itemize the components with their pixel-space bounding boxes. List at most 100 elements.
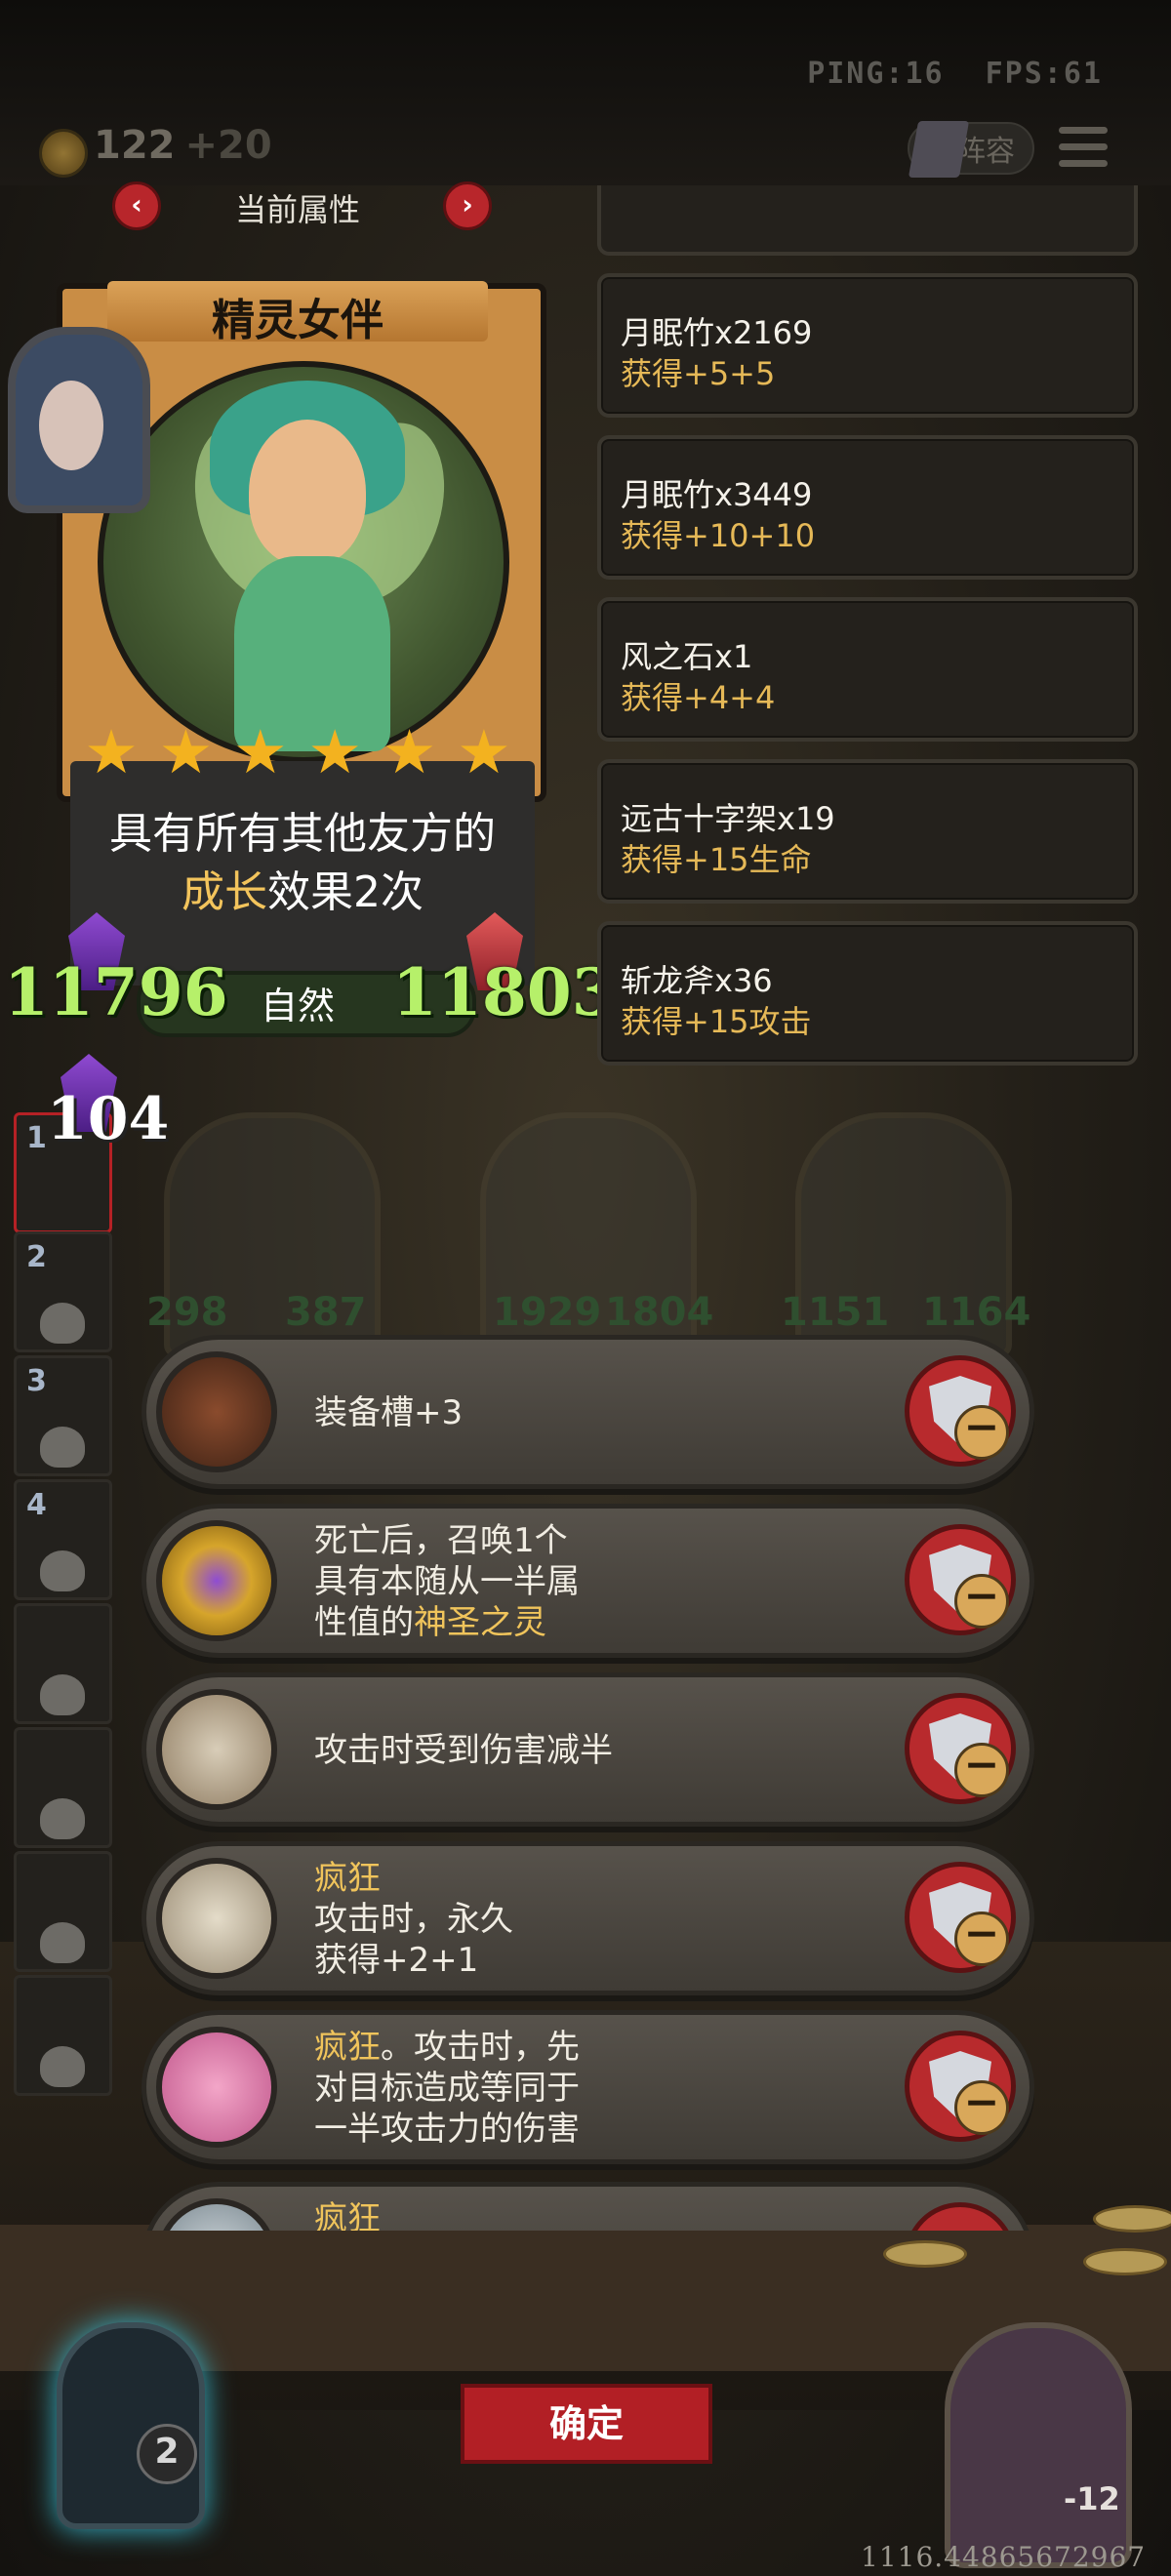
skull-icon [40, 1674, 85, 1715]
prev-arrow-button[interactable]: ‹ [112, 181, 161, 230]
lineup-slot[interactable]: 3 [14, 1355, 112, 1476]
minus-icon: − [954, 1912, 1009, 1966]
material-name: 月眠竹x2169 [621, 314, 813, 351]
equipment-effect: 攻击时受到伤害减半 [314, 1731, 613, 1770]
material-gain: 获得+10+10 [621, 517, 816, 554]
star-rating: ★ ★ ★ ★ ★ ★ [83, 716, 512, 787]
lineup-slot[interactable] [14, 1851, 112, 1972]
gold-amount: 122 [94, 123, 176, 168]
hero-name: 精灵女伴 [212, 296, 384, 345]
material-gain: 获得+15生命 [621, 841, 812, 878]
description-keyword: 成长 [182, 867, 267, 917]
star-icon: ★ [457, 716, 511, 787]
hero-count: 104 [47, 1085, 170, 1153]
skull-icon [40, 1798, 85, 1839]
material-gain: 获得+5+5 [621, 355, 776, 392]
lineup-slot[interactable] [14, 1975, 112, 2096]
material-name: 风之石x1 [621, 638, 753, 675]
equipment-effect: 死亡后，召唤1个 [314, 1521, 568, 1560]
remove-equipment-button[interactable]: − [905, 1693, 1016, 1804]
material-item[interactable]: 月眠竹x3449 获得+10+10 [597, 435, 1138, 580]
hero-attack: 11796 [4, 954, 228, 1030]
gold-ring-icon [156, 1520, 277, 1641]
equipment-keyword: 疯狂 [314, 2028, 381, 2067]
skull-icon [40, 1427, 85, 1468]
skull-icon [40, 1550, 85, 1591]
equipment-effect: 装备槽+3 [314, 1393, 464, 1432]
minus-icon: − [954, 1574, 1009, 1629]
remove-equipment-button[interactable]: − [905, 2031, 1016, 2142]
slot-number: 1 [26, 1121, 47, 1155]
equipment-item[interactable]: 疯狂 [141, 2182, 1034, 2231]
coin-stack-icon [1093, 2205, 1171, 2233]
skull-icon [40, 1303, 85, 1344]
lineup-slot[interactable]: 2 [14, 1231, 112, 1352]
description-line: 成长效果2次 [182, 867, 424, 917]
skull-icon [40, 2046, 85, 2087]
avatar-face [39, 381, 103, 470]
equipment-keyword: 疯狂 [314, 1859, 381, 1898]
minus-icon: − [954, 1743, 1009, 1797]
equipment-item[interactable]: 装备槽+3 − [141, 1335, 1034, 1489]
equipment-effect: 获得+2+1 [314, 1941, 479, 1980]
confirm-button[interactable]: 确定 [461, 2384, 712, 2464]
star-icon: ★ [307, 716, 362, 787]
equipment-item[interactable]: 攻击时受到伤害减半 − [141, 1672, 1034, 1827]
crossbow-icon [156, 1689, 277, 1810]
equipment-item[interactable]: 疯狂。攻击时，先 对目标造成等同于 一半攻击力的伤害 − [141, 2010, 1034, 2164]
equipment-effect: 具有本随从一半属 [314, 1562, 580, 1601]
fps-label: FPS:61 [985, 57, 1103, 91]
slot-number: 4 [26, 1488, 47, 1522]
pink-hammer-icon [156, 2027, 277, 2148]
board-minion-health: 1804 [605, 1290, 714, 1335]
menu-icon[interactable] [1059, 127, 1108, 172]
player-count-badge: 2 [137, 2424, 197, 2484]
ping-label: PING:16 [807, 57, 945, 91]
lineup-slot[interactable]: 4 [14, 1479, 112, 1600]
material-item-partial [597, 185, 1138, 256]
crossed-swords-icon [156, 1858, 277, 1979]
material-name: 远古十字架x19 [621, 800, 835, 837]
equipment-effect: 攻击时，永久 [314, 1900, 513, 1939]
star-icon: ★ [84, 716, 139, 787]
coordinate-readout: 1116.44865672967 [861, 2541, 1147, 2573]
material-name: 斩龙斧x36 [621, 962, 773, 999]
book-icon [908, 121, 970, 178]
player-hero-portrait[interactable] [57, 2322, 205, 2529]
coin-stack-icon [1083, 2248, 1167, 2275]
next-arrow-button[interactable]: › [443, 181, 492, 230]
attribute-panel-title: 当前属性 [234, 191, 360, 228]
lineup-slot[interactable] [14, 1727, 112, 1848]
backpack-icon [156, 1351, 277, 1472]
equipment-item[interactable]: 死亡后，召唤1个 具有本随从一半属 性值的神圣之灵 − [141, 1504, 1034, 1658]
board-minion-attack: 1929 [493, 1290, 602, 1335]
lineup-slot[interactable] [14, 1603, 112, 1724]
board-minion-health: 387 [285, 1290, 367, 1335]
board-minion-health: 1164 [922, 1290, 1031, 1335]
material-item[interactable]: 风之石x1 获得+4+4 [597, 597, 1138, 742]
remove-equipment-button[interactable]: − [905, 1862, 1016, 1973]
fairy-face [249, 420, 366, 566]
remove-equipment-button[interactable]: − [905, 1524, 1016, 1635]
material-item[interactable]: 月眠竹x2169 获得+5+5 [597, 273, 1138, 418]
chevron-right-icon: › [462, 188, 473, 221]
equipment-list-overflow: 疯狂 [137, 2182, 1044, 2231]
material-gain: 获得+4+4 [621, 679, 776, 716]
chevron-left-icon: ‹ [131, 188, 142, 221]
remove-equipment-button[interactable]: − [905, 1355, 1016, 1467]
board-minion-attack: 1151 [781, 1290, 890, 1335]
description-line: 具有所有其他友方的 [109, 809, 496, 859]
hero-health: 11803 [392, 954, 617, 1030]
material-item[interactable]: 远古十字架x19 获得+15生命 [597, 759, 1138, 904]
opponent-portrait[interactable] [945, 2322, 1132, 2568]
minus-icon: − [954, 2080, 1009, 2135]
material-gain: 获得+15攻击 [621, 1003, 812, 1040]
slot-number: 2 [26, 1240, 47, 1274]
minus-icon: − [954, 1405, 1009, 1460]
skull-icon [40, 1922, 85, 1963]
equipment-item[interactable]: 疯狂 攻击时，永久 获得+2+1 − [141, 1841, 1034, 1995]
perf-readout: PING:16 FPS:61 [766, 57, 1103, 91]
remove-equipment-button[interactable] [905, 2202, 1016, 2231]
axe-icon [156, 2198, 277, 2231]
material-item[interactable]: 斩龙斧x36 获得+15攻击 [597, 921, 1138, 1066]
